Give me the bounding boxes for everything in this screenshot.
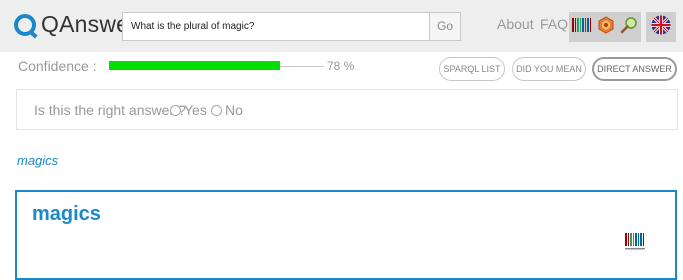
about-link[interactable]: About [497,16,534,32]
yes-option[interactable]: Yes [170,102,207,118]
knowledge-base-selector[interactable] [569,12,641,42]
language-selector[interactable] [646,12,676,42]
confidence-percent: 78 % [327,59,355,73]
dbpedia-icon[interactable] [597,15,615,39]
feedback-panel: Is this the right answer ? Yes No [16,89,678,130]
yes-label[interactable]: Yes [184,102,207,118]
did-you-mean-button[interactable]: DID YOU MEAN [512,57,586,81]
yes-radio[interactable] [170,104,181,116]
feedback-question: Is this the right answer ? [34,102,186,118]
search-input[interactable] [122,12,430,41]
faq-link[interactable]: FAQ [540,16,568,32]
no-radio[interactable] [211,104,222,116]
top-bar: QAnswer Go About FAQ [0,0,683,52]
uk-flag-icon [651,15,671,40]
wikidata-logo-icon[interactable] [625,233,647,256]
sparql-list-button[interactable]: SPARQL LIST [439,57,505,81]
direct-answer-button[interactable]: DIRECT ANSWER [592,57,677,81]
answer-link[interactable]: magics [17,153,58,168]
confidence-label: Confidence : [18,58,97,74]
wikidata-icon[interactable] [571,17,592,38]
search-tool-icon[interactable] [620,16,638,39]
no-option[interactable]: No [211,102,243,118]
qanswer-logo[interactable]: QAnswer [14,11,137,38]
answer-title: magics [32,203,101,225]
no-label[interactable]: No [225,102,243,118]
go-button[interactable]: Go [430,12,461,41]
logo-q-icon [14,13,36,36]
confidence-bar-fill [109,61,280,70]
